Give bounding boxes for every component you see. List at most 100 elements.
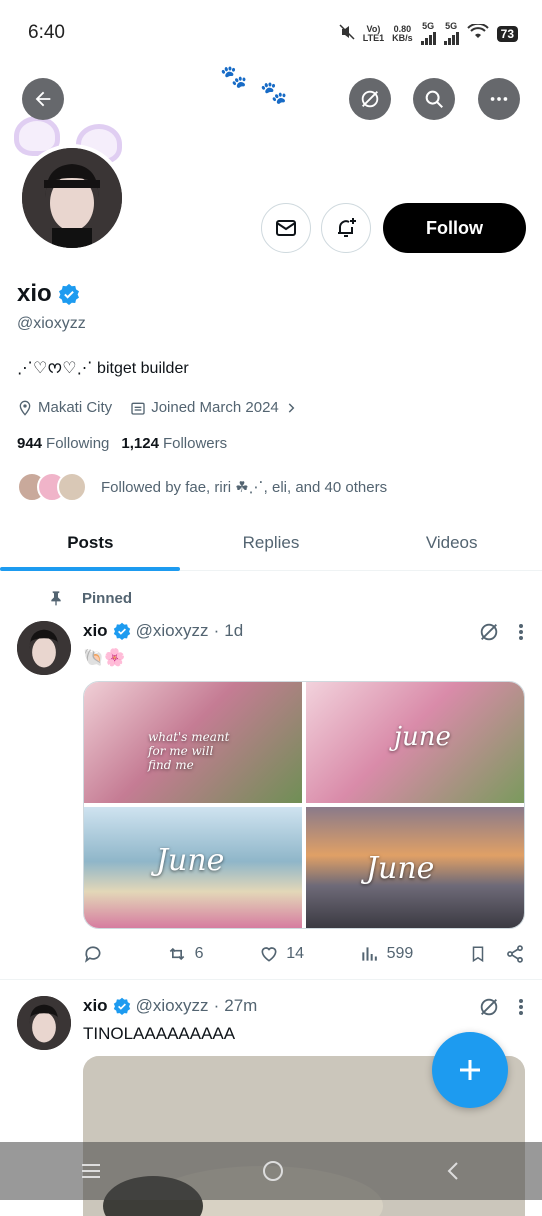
joined-date[interactable]: Joined March 2024: [130, 399, 298, 416]
post-actions: 6 14 599: [83, 944, 525, 964]
bookmark-icon[interactable]: [469, 944, 487, 964]
recent-apps-icon[interactable]: [79, 1161, 103, 1181]
verified-badge-icon: [113, 622, 130, 640]
tab-videos[interactable]: Videos: [361, 515, 542, 570]
media-image[interactable]: what's meant for me will find me: [84, 682, 302, 803]
following-link[interactable]: 944 Following: [17, 435, 109, 452]
post-time: 27m: [224, 996, 258, 1015]
plus-icon: [460, 1060, 480, 1080]
media-image[interactable]: june: [306, 682, 524, 803]
more-vertical-icon[interactable]: [518, 998, 524, 1016]
paw-icon: 🐾: [220, 64, 248, 89]
followed-by-text: Followed by fae, riri ☘︎⋰, eli, and 40 o…: [101, 479, 388, 496]
grok-icon[interactable]: [478, 996, 500, 1018]
post-author-name[interactable]: xio: [83, 621, 108, 641]
back-arrow-icon: [35, 91, 51, 107]
system-nav-bar: [0, 1142, 542, 1200]
status-time: 6:40: [28, 22, 65, 43]
profile-avatar[interactable]: [18, 144, 126, 252]
envelope-icon: [276, 220, 296, 236]
verified-badge-icon: [113, 997, 130, 1015]
profile-handle: @xioxyzz: [17, 315, 86, 332]
post-media-grid[interactable]: what's meant for me will find me june Ju…: [83, 681, 525, 929]
repost-button[interactable]: 6: [166, 944, 204, 964]
notify-button[interactable]: [321, 203, 371, 253]
media-image[interactable]: June: [306, 807, 524, 928]
post-text: TINOLAAAAAAAAA: [83, 1024, 236, 1043]
media-caption: June: [156, 843, 225, 878]
media-caption: what's meant for me will find me: [148, 730, 230, 772]
avatar-photo: [17, 996, 71, 1050]
avatar-photo: [22, 148, 122, 248]
followed-by-row[interactable]: Followed by fae, riri ☘︎⋰, eli, and 40 o…: [17, 472, 387, 502]
back-nav-icon[interactable]: [443, 1159, 463, 1183]
message-button[interactable]: [261, 203, 311, 253]
bell-plus-icon: [338, 218, 356, 237]
battery-indicator: 73: [496, 25, 518, 42]
post-header: xio @xioxyzz · 1d: [83, 621, 244, 641]
avatar-photo: [17, 621, 71, 675]
calendar-icon: [131, 402, 145, 415]
followed-by-avatars: [17, 472, 87, 502]
search-icon: [425, 90, 443, 108]
avatar: [57, 472, 87, 502]
post-divider: [0, 979, 542, 980]
grok-icon[interactable]: [478, 621, 500, 643]
follow-button[interactable]: Follow: [383, 203, 526, 253]
location: Makati City: [17, 399, 112, 416]
post-header: xio @xioxyzz · 27m: [83, 996, 258, 1016]
network-type: Vo) LTE1: [362, 23, 385, 43]
sim1-signal: 5G: [420, 22, 436, 45]
grok-button[interactable]: [349, 78, 391, 120]
search-button[interactable]: [413, 78, 455, 120]
status-bar: 6:40 Vo) LTE1 0.80 KB/s 5G 5G 73: [0, 0, 542, 64]
post-author-name[interactable]: xio: [83, 996, 108, 1016]
profile-meta: Makati City Joined March 2024: [17, 399, 298, 416]
verified-badge-icon: [58, 283, 79, 305]
views-chart-icon: [361, 947, 377, 961]
more-vertical-icon[interactable]: [518, 623, 524, 641]
follow-counts: 944 Following 1,124 Followers: [17, 435, 227, 452]
home-icon[interactable]: [261, 1159, 285, 1183]
wifi-icon: [466, 22, 489, 43]
compose-button[interactable]: [432, 1032, 508, 1108]
post-handle: @xioxyzz: [135, 621, 209, 640]
more-horizontal-icon: [490, 97, 508, 101]
media-image[interactable]: June: [84, 807, 302, 928]
pinned-label: Pinned: [48, 589, 132, 607]
status-icons: Vo) LTE1 0.80 KB/s 5G 5G 73: [339, 22, 518, 45]
chevron-right-icon: [288, 402, 295, 413]
views-button[interactable]: 599: [360, 944, 413, 964]
reply-icon: [84, 946, 101, 963]
tab-posts[interactable]: Posts: [0, 515, 181, 571]
post-avatar[interactable]: [17, 996, 71, 1050]
more-options-button[interactable]: [478, 78, 520, 120]
post-handle: @xioxyzz: [135, 996, 209, 1015]
pin-icon: [51, 591, 61, 606]
heart-icon: [261, 947, 277, 962]
mute-icon: [339, 24, 355, 43]
media-caption: June: [366, 851, 435, 886]
profile-name: xio: [17, 280, 52, 307]
share-icon[interactable]: [505, 944, 525, 964]
profile-tabs: Posts Replies Videos: [0, 515, 542, 571]
profile-bio: ⋰♡ᰔ♡⋰ bitget builder: [17, 360, 189, 377]
sim2-signal: 5G: [443, 22, 459, 45]
post-time: 1d: [224, 621, 244, 640]
back-button[interactable]: [22, 78, 64, 120]
network-speed: 0.80 KB/s: [392, 23, 413, 43]
post-controls: [478, 621, 524, 643]
like-button[interactable]: 14: [259, 944, 304, 964]
location-pin-icon: [19, 400, 31, 416]
post-text: 🐚🌸: [83, 648, 126, 667]
repost-icon: [169, 947, 184, 961]
reply-button[interactable]: [83, 944, 110, 964]
post-avatar[interactable]: [17, 621, 71, 675]
paw-icon: 🐾: [260, 80, 288, 105]
tab-replies[interactable]: Replies: [181, 515, 362, 570]
media-caption: june: [394, 722, 451, 752]
profile-name-row: xio: [17, 280, 80, 308]
grok-icon: [361, 90, 379, 108]
post-controls: [478, 996, 524, 1018]
followers-link[interactable]: 1,124 Followers: [121, 435, 227, 452]
